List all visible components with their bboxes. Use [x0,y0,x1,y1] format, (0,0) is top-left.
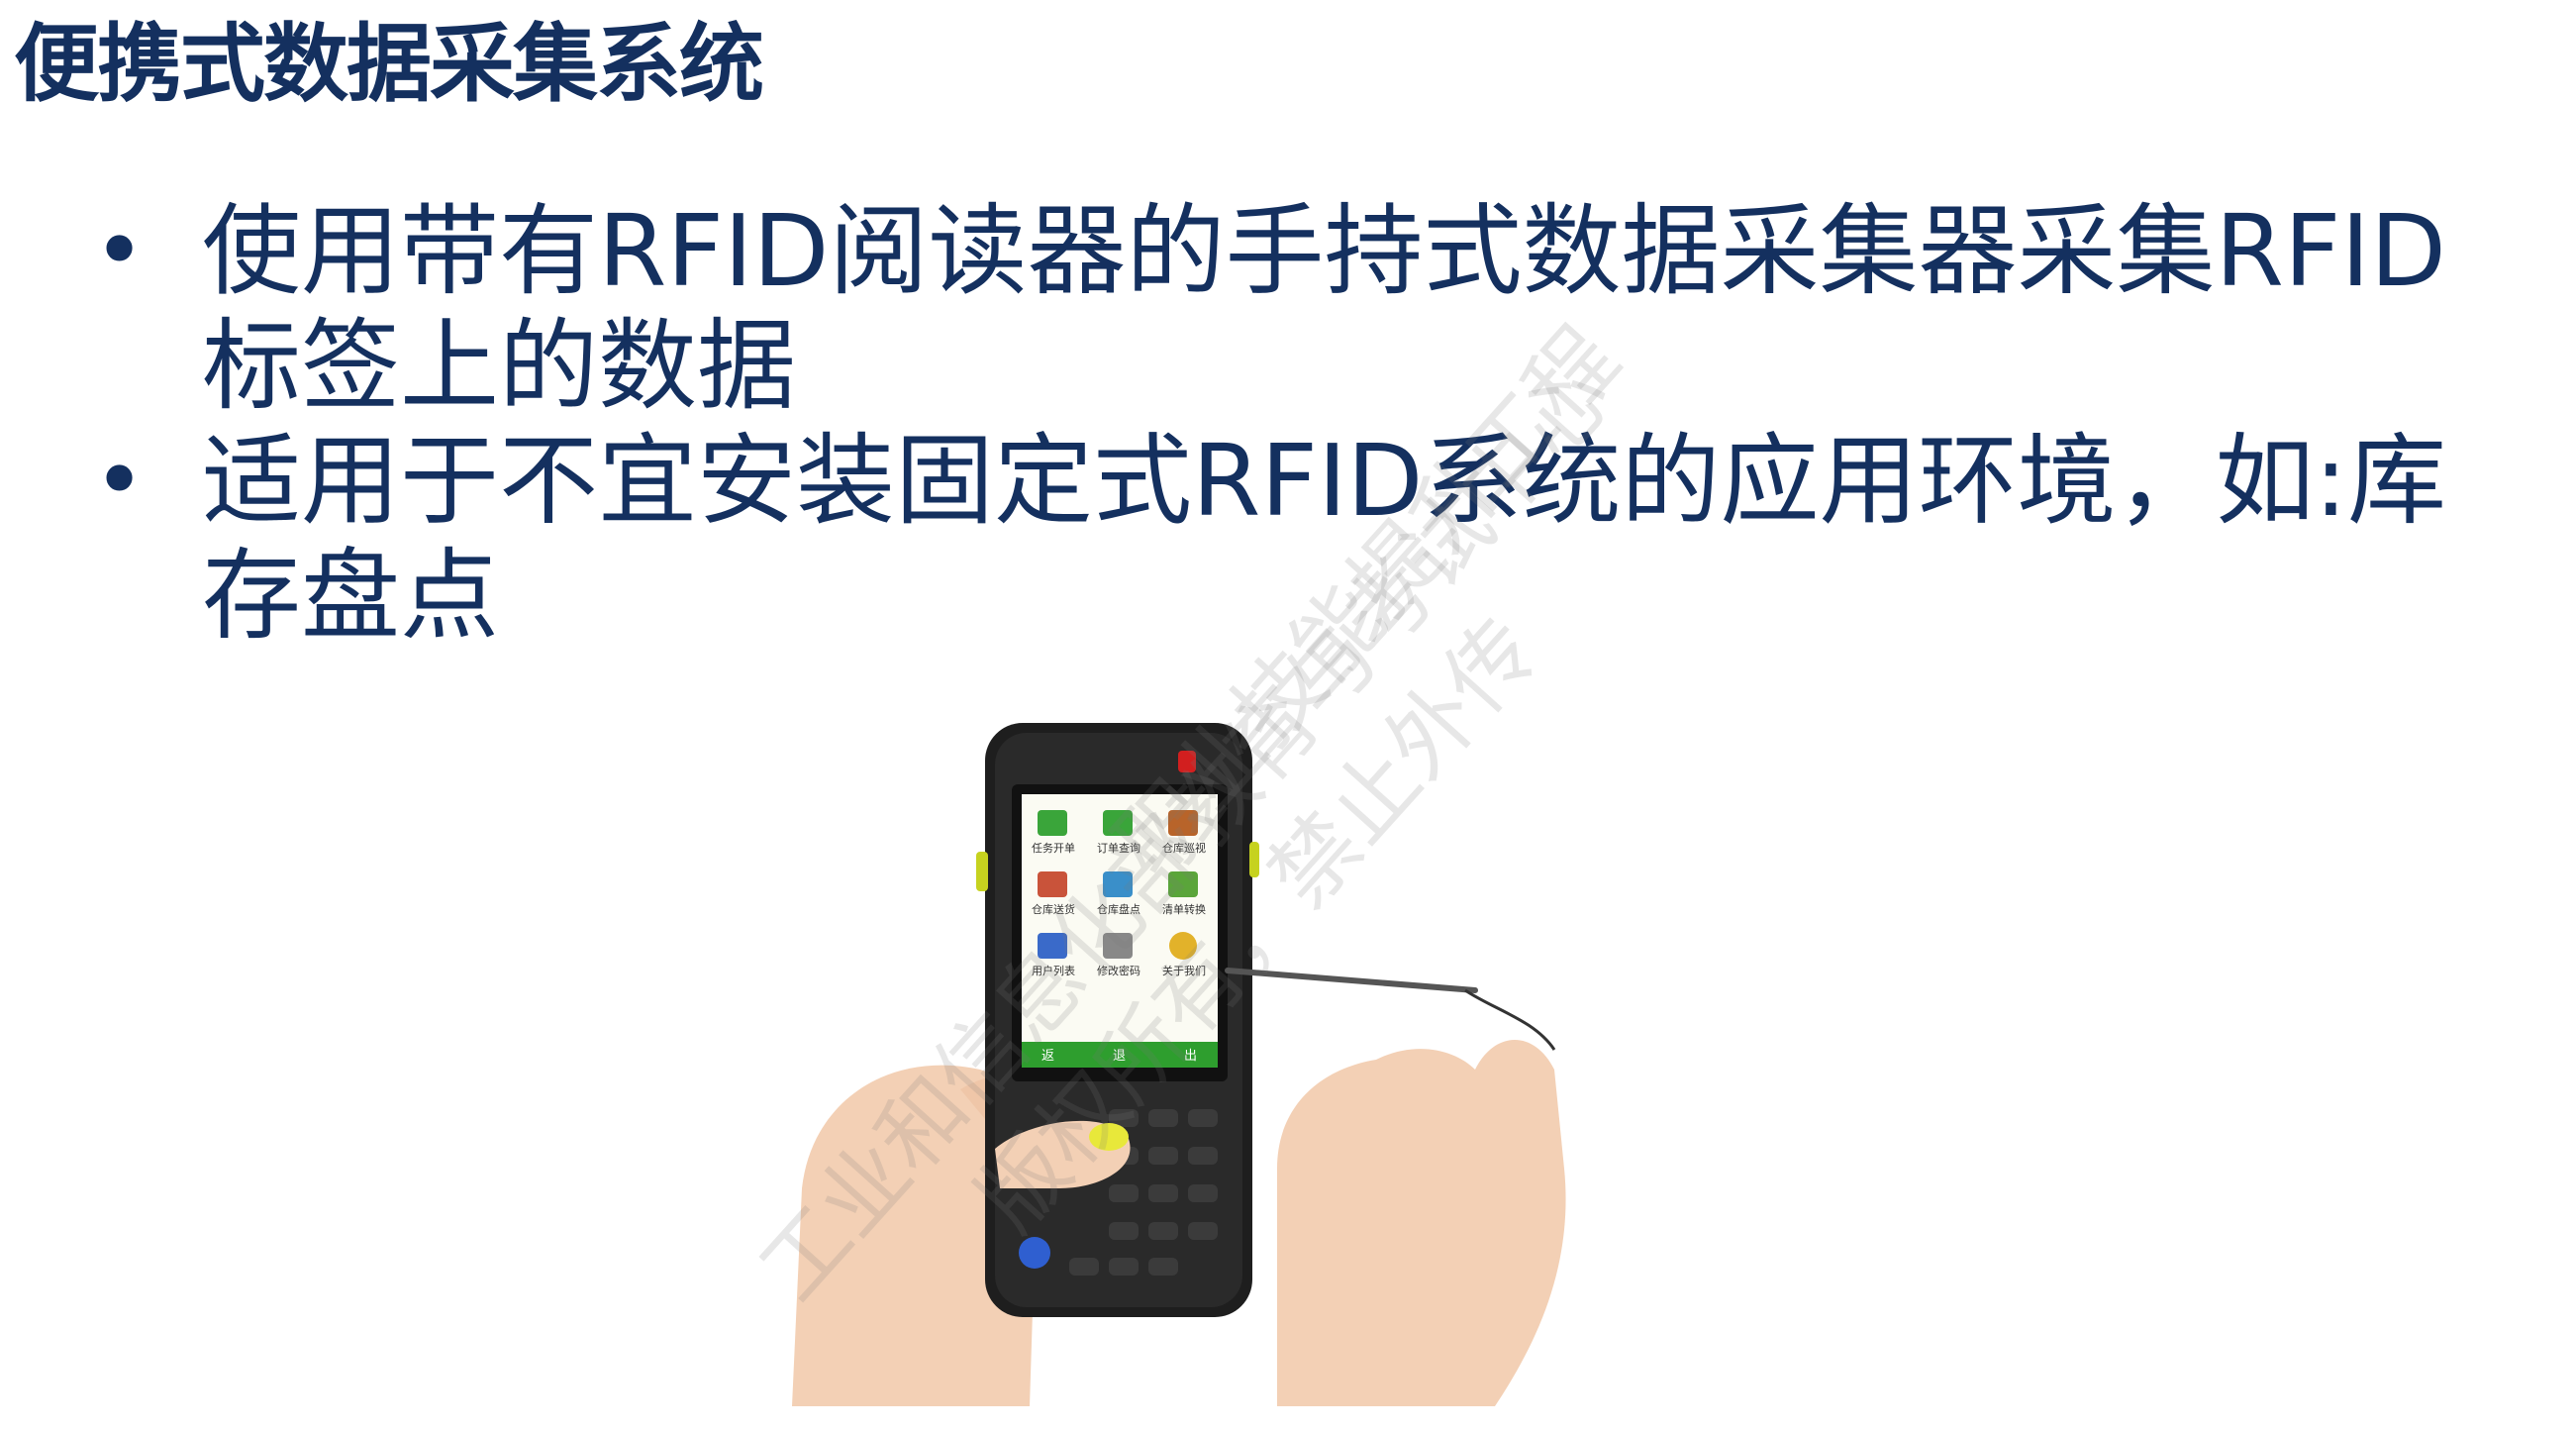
app-label: 修改密码 [1097,964,1140,977]
app-label: 用户列表 [1032,964,1075,977]
bullet-list: • 使用带有RFID阅读器的手持式数据采集器采集RFID标签上的数据 • 适用于… [79,194,2455,654]
page-title: 便携式数据采集系统 [14,15,764,114]
app-label: 仓库送货 [1032,902,1075,916]
bullet-text: 使用带有RFID阅读器的手持式数据采集器采集RFID标签上的数据 [202,193,2446,424]
right-hand [1277,1040,1566,1406]
nav-label: 出 [1184,1049,1197,1064]
app-label: 关于我们 [1162,964,1206,977]
nav-label: 退 [1113,1049,1126,1064]
handheld-device-photo: 任务开单 订单查询 仓库巡视 仓库送货 仓库盘点 清单转换 用户列表 修改密码 … [792,723,1566,1406]
app-label: 任务开单 [1032,842,1075,855]
app-label: 订单查询 [1097,841,1140,855]
screen-app-grid [1038,810,1198,960]
bullet-dot-icon: • [93,199,147,303]
bullet-dot-icon: • [93,429,147,533]
nav-label: 返 [1041,1049,1054,1064]
bullet-item: • 使用带有RFID阅读器的手持式数据采集器采集RFID标签上的数据 [79,194,2455,424]
stylus [1225,968,1478,993]
app-label: 清单转换 [1162,902,1206,916]
bullet-item: • 适用于不宜安装固定式RFID系统的应用环境，如:库存盘点 [79,424,2455,654]
bullet-text: 适用于不宜安装固定式RFID系统的应用环境，如:库存盘点 [202,423,2447,654]
app-label: 仓库盘点 [1097,902,1140,916]
app-label: 仓库巡视 [1162,841,1206,855]
